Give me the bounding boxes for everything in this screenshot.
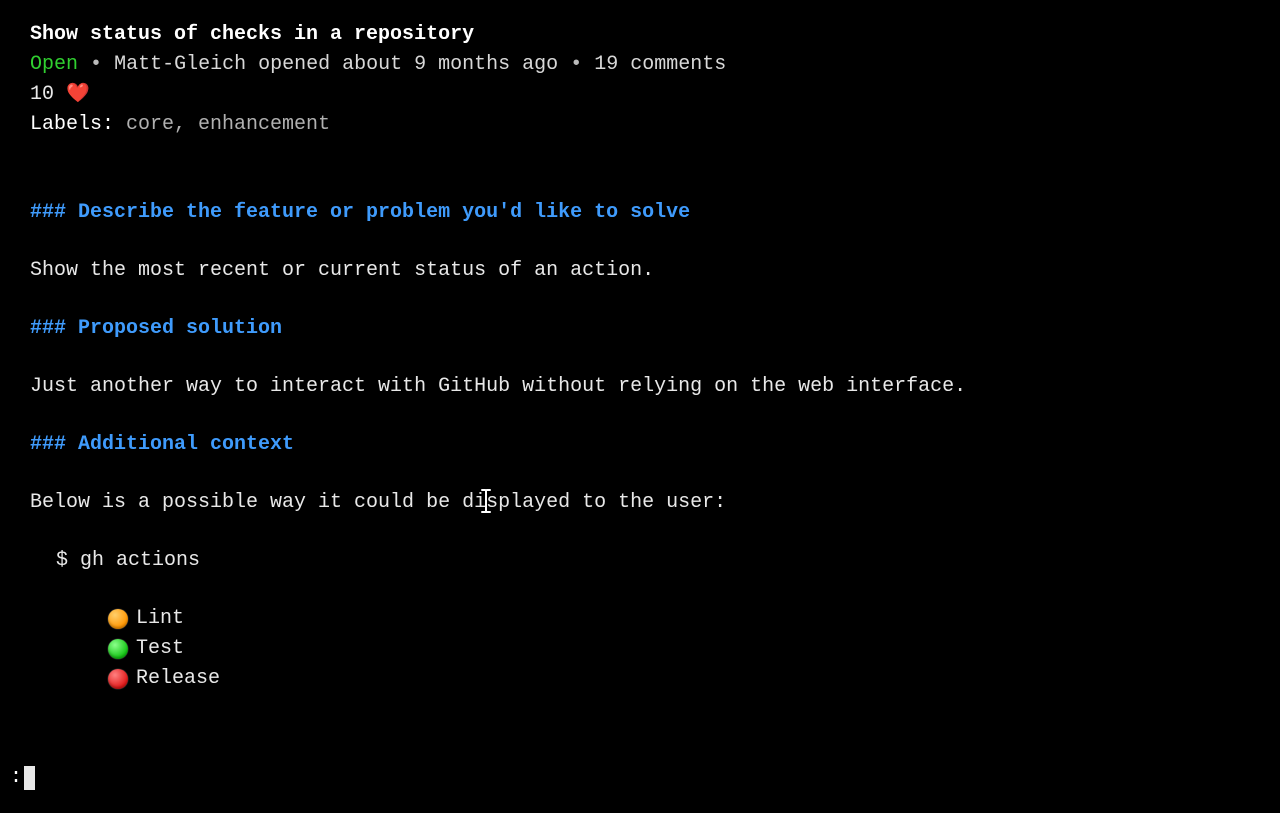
para-context: Below is a possible way it could be disp…: [30, 488, 1030, 518]
labels-value: core, enhancement: [126, 113, 330, 136]
status-dot-orange-icon: [108, 609, 128, 629]
status-dot-red-icon: [108, 669, 128, 689]
para-describe: Show the most recent or current status o…: [30, 256, 1030, 286]
heading-describe: ### Describe the feature or problem you'…: [30, 198, 1250, 228]
actions-list: Lint Test Release: [30, 604, 1250, 694]
issue-comments-count: 19: [594, 53, 618, 76]
action-label: Test: [136, 634, 184, 664]
action-item: Release: [108, 664, 1250, 694]
action-item: Test: [108, 634, 1250, 664]
meta-bullet-2: •: [570, 53, 582, 76]
issue-meta: Open • Matt-Gleich opened about 9 months…: [30, 50, 1250, 80]
issue-title: Show status of checks in a repository: [30, 20, 1250, 50]
issue-status-open: Open: [30, 53, 78, 76]
issue-comments-word: comments: [630, 53, 726, 76]
opened-word: opened: [258, 53, 330, 76]
action-label: Lint: [136, 604, 184, 634]
cursor-block-icon: [24, 766, 35, 790]
heading-solution: ### Proposed solution: [30, 314, 1250, 344]
pager-prompt[interactable]: :: [10, 763, 35, 793]
command-text: $ gh actions: [56, 549, 200, 572]
action-label: Release: [136, 664, 220, 694]
labels-row: Labels: core, enhancement: [30, 110, 1250, 140]
action-item: Lint: [108, 604, 1250, 634]
issue-header: Show status of checks in a repository Op…: [0, 0, 1280, 140]
issue-body: ### Describe the feature or problem you'…: [0, 198, 1280, 694]
issue-author: Matt-Gleich: [114, 53, 246, 76]
reaction-count: 10: [30, 83, 54, 106]
status-dot-green-icon: [108, 639, 128, 659]
para-solution: Just another way to interact with GitHub…: [30, 372, 1030, 402]
heart-icon: ❤️: [66, 83, 90, 105]
reaction-row: 10 ❤️: [30, 80, 1250, 110]
heading-context: ### Additional context: [30, 430, 1250, 460]
pager-colon: :: [10, 763, 22, 793]
issue-opened-relative: about 9 months ago: [342, 53, 558, 76]
meta-bullet-1: •: [90, 53, 102, 76]
command-block: $ gh actions: [30, 546, 1250, 576]
labels-label: Labels:: [30, 113, 114, 136]
